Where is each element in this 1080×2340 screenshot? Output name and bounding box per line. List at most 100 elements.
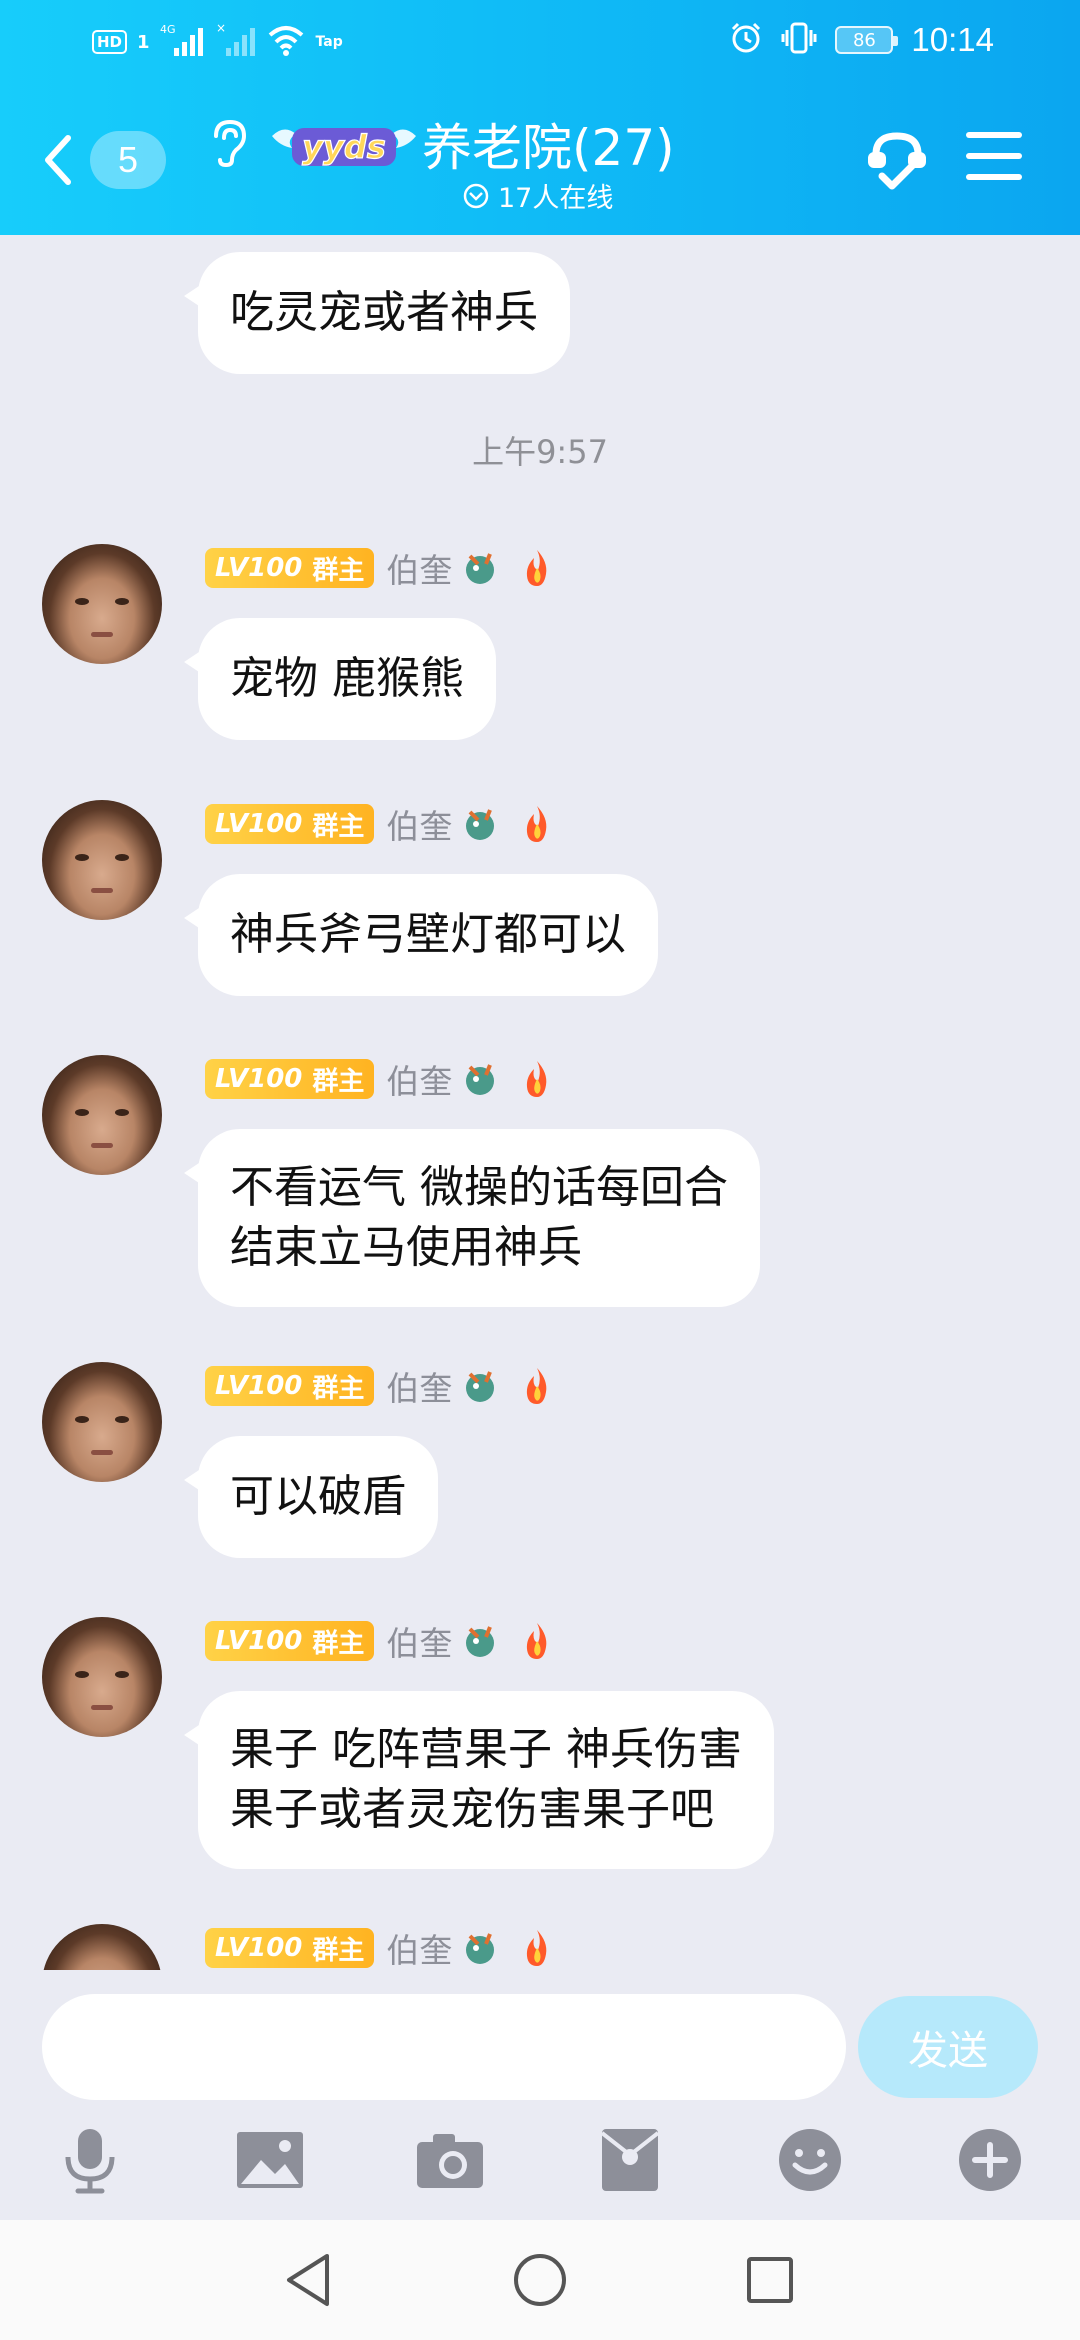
message-bubble[interactable]: 吃灵宠或者神兵 xyxy=(184,252,570,374)
message-text: 可以破盾 xyxy=(230,1471,406,1522)
avatar[interactable] xyxy=(42,1055,162,1175)
sender-row: LV100 群主 伯奎 xyxy=(205,1362,560,1410)
menu-icon-bar xyxy=(966,174,1022,180)
level-label: LV100 xyxy=(215,1626,303,1656)
hd-icon: HD xyxy=(92,30,128,54)
fire-icon xyxy=(527,1061,547,1097)
message-bubble[interactable]: 不看运气 微操的话每回合 结束立马使用神兵 xyxy=(184,1129,760,1307)
chevron-left-icon xyxy=(45,135,71,185)
network-type-label: 4G xyxy=(160,23,176,36)
avatar[interactable] xyxy=(42,1924,162,1970)
message-bubble[interactable]: 神兵斧弓壁灯都可以 xyxy=(184,874,658,996)
sim-slot-label: 1 xyxy=(137,31,150,53)
avatar[interactable] xyxy=(42,800,162,920)
chat-header: HD 1 4G × Tap 86 10:14 5 yyds 养老院(27) 17… xyxy=(0,0,1080,235)
level-label: LV100 xyxy=(215,553,303,583)
status-left: HD 1 4G × Tap xyxy=(92,21,343,62)
menu-icon-bar xyxy=(966,153,1022,159)
avatar[interactable] xyxy=(42,544,162,664)
red-packet-icon[interactable] xyxy=(590,2120,670,2200)
message-input[interactable] xyxy=(42,1994,846,2100)
back-button[interactable]: 5 xyxy=(42,125,172,195)
message-text-line: 结束立马使用神兵 xyxy=(230,1222,582,1273)
fire-icon xyxy=(527,1930,547,1966)
sender-row: LV100 群主 伯奎 xyxy=(205,800,560,848)
level-label: LV100 xyxy=(215,1064,303,1094)
message-text-line: 果子 吃阵营果子 神兵伤害 xyxy=(230,1724,742,1775)
tap-indicator: Tap xyxy=(315,34,343,50)
message-timestamp: 上午9:57 xyxy=(472,433,608,471)
role-label: 群主 xyxy=(312,811,365,842)
level-badge: LV100 群主 xyxy=(205,548,375,588)
group-call-button[interactable] xyxy=(862,124,932,198)
vibrate-icon xyxy=(781,20,817,60)
unread-count-badge: 5 xyxy=(90,131,166,189)
sender-name[interactable]: 伯奎 xyxy=(386,1362,452,1410)
call-icon xyxy=(868,132,926,190)
input-area: 发送 xyxy=(0,1970,1080,2220)
message-bubble[interactable]: 可以破盾 xyxy=(184,1436,438,1558)
send-button[interactable]: 发送 xyxy=(858,1996,1038,2098)
home-circle-icon[interactable] xyxy=(508,2248,572,2312)
message-text: 神兵斧弓壁灯都可以 xyxy=(230,909,626,960)
level-label: LV100 xyxy=(215,1371,303,1401)
dragon-icon xyxy=(466,1064,495,1095)
svg-text:yyds: yyds xyxy=(302,128,386,166)
sender-name[interactable]: 伯奎 xyxy=(386,544,452,592)
alarm-icon xyxy=(729,21,763,59)
menu-button[interactable] xyxy=(966,132,1022,184)
level-badge: LV100 群主 xyxy=(205,1621,375,1661)
chat-messages[interactable]: 吃灵宠或者神兵 上午9:57 LV100 群主 伯奎 宠物 鹿猴熊 LV100 … xyxy=(0,235,1080,1970)
sender-name[interactable]: 伯奎 xyxy=(386,1617,452,1665)
status-right: 86 10:14 xyxy=(729,20,994,60)
online-count: 17人在线 xyxy=(498,183,614,214)
image-icon[interactable] xyxy=(230,2120,310,2200)
role-label: 群主 xyxy=(312,1066,365,1097)
chevron-down-circle-icon xyxy=(463,183,489,208)
fire-icon xyxy=(527,806,547,842)
sender-row: LV100 群主 伯奎 xyxy=(205,1617,560,1665)
system-navigation-bar xyxy=(0,2220,1080,2340)
avatar[interactable] xyxy=(42,1617,162,1737)
fire-icon xyxy=(527,550,547,586)
dragon-icon xyxy=(466,1626,495,1657)
sender-row: LV100 群主 伯奎 xyxy=(205,544,560,592)
recents-square-icon[interactable] xyxy=(738,2248,802,2312)
ear-icon[interactable] xyxy=(208,118,248,172)
level-badge: LV100 群主 xyxy=(205,1366,375,1406)
message-bubble[interactable]: 果子 吃阵营果子 神兵伤害 果子或者灵宠伤害果子吧 xyxy=(184,1691,774,1869)
role-label: 群主 xyxy=(312,555,365,586)
level-label: LV100 xyxy=(215,1933,303,1963)
sender-name[interactable]: 伯奎 xyxy=(386,1924,452,1970)
message-text-line: 果子或者灵宠伤害果子吧 xyxy=(230,1784,714,1835)
signal-icon: 4G xyxy=(160,22,206,62)
yyds-logo-icon: yyds xyxy=(270,116,418,172)
sender-row: LV100 群主 伯奎 xyxy=(205,1055,560,1103)
message-bubble[interactable]: 宠物 鹿猴熊 xyxy=(184,618,496,740)
group-title-area[interactable]: yyds 养老院(27) xyxy=(270,108,675,180)
status-time: 10:14 xyxy=(911,21,994,58)
dragon-icon xyxy=(466,1933,495,1964)
signal-empty-icon: × xyxy=(216,21,256,62)
back-triangle-icon[interactable] xyxy=(276,2248,340,2312)
sender-row: LV100 群主 伯奎 xyxy=(205,1924,560,1970)
status-bar: HD 1 4G × Tap 86 10:14 xyxy=(0,0,1080,80)
level-badge: LV100 群主 xyxy=(205,1059,375,1099)
fire-icon xyxy=(527,1623,547,1659)
level-badge: LV100 群主 xyxy=(205,804,375,844)
sender-name[interactable]: 伯奎 xyxy=(386,800,452,848)
message-text: 宠物 鹿猴熊 xyxy=(230,653,464,704)
online-status[interactable]: 17人在线 xyxy=(462,176,613,215)
camera-icon[interactable] xyxy=(410,2120,490,2200)
message-text-line: 不看运气 微操的话每回合 xyxy=(230,1162,728,1213)
sender-name[interactable]: 伯奎 xyxy=(386,1055,452,1103)
emoji-icon[interactable] xyxy=(770,2120,850,2200)
plus-icon[interactable] xyxy=(950,2120,1030,2200)
message-text: 吃灵宠或者神兵 xyxy=(230,287,538,338)
svg-text:×: × xyxy=(216,22,226,35)
level-label: LV100 xyxy=(215,809,303,839)
avatar[interactable] xyxy=(42,1362,162,1482)
dragon-icon xyxy=(466,809,495,840)
dragon-icon xyxy=(466,553,495,584)
microphone-icon[interactable] xyxy=(50,2120,130,2200)
